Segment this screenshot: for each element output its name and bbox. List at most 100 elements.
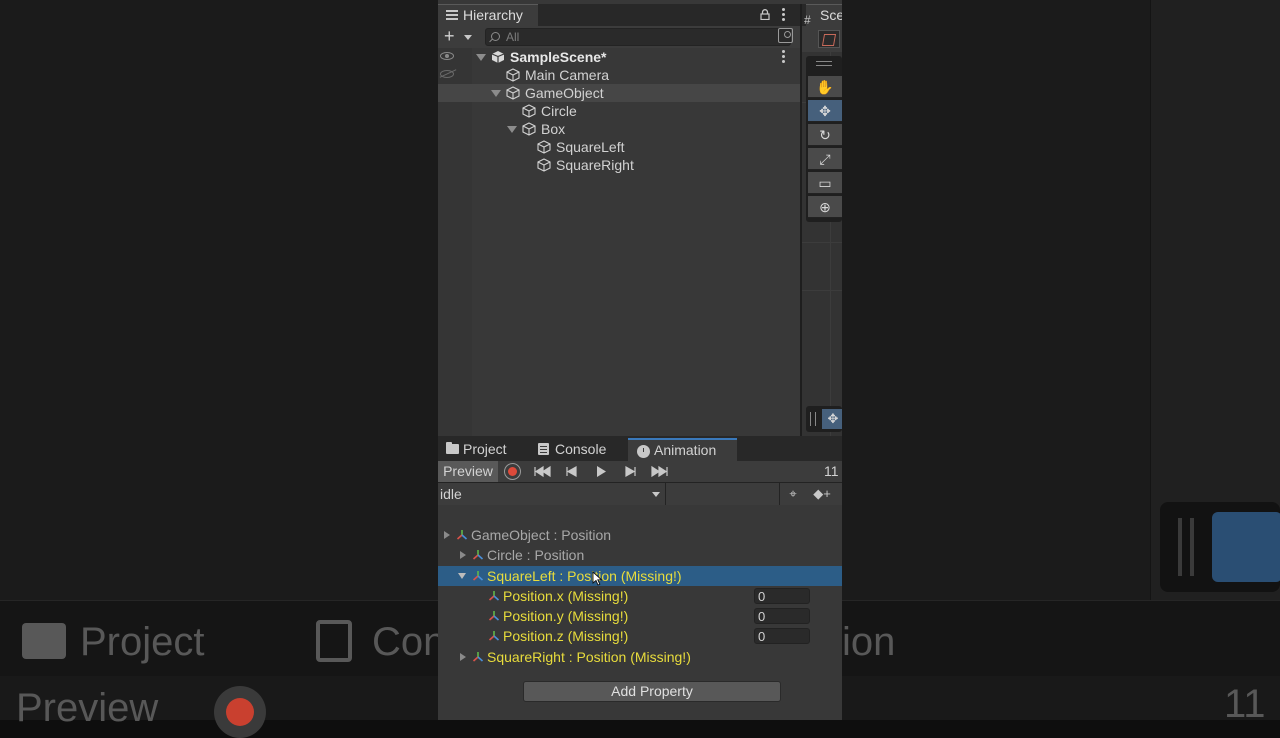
transform-tool-icon[interactable]: ⊕	[808, 196, 842, 218]
drag-handle-icon[interactable]	[816, 61, 832, 66]
tab-project[interactable]: Project	[446, 438, 530, 461]
move-tool-icon[interactable]: ✥	[808, 100, 842, 122]
hierarchy-item-gameobject[interactable]: GameObject	[438, 84, 800, 102]
hierarchy-tree: SampleScene* Main Camera GameObject Circ…	[438, 48, 800, 436]
hierarchy-item-squareright[interactable]: SquareRight	[438, 156, 800, 174]
gameobject-icon	[522, 104, 536, 118]
add-label: +	[444, 26, 455, 46]
fold-down-icon[interactable]	[458, 573, 466, 579]
frame-field[interactable]: 11	[824, 461, 842, 482]
hierarchy-list-icon	[446, 10, 458, 20]
hierarchy-item-label: SquareRight	[556, 157, 634, 173]
hierarchy-item-box[interactable]: Box	[438, 120, 800, 138]
scene-menu-icon[interactable]	[782, 50, 786, 64]
scene-search-icon[interactable]	[778, 28, 793, 43]
property-label: Position.z (Missing!)	[503, 628, 629, 644]
move-tool-icon[interactable]: ✥	[822, 409, 842, 429]
rotate-tool-icon[interactable]: ↻	[808, 124, 842, 146]
property-value-field[interactable]: 0	[754, 628, 810, 644]
play-icon[interactable]	[590, 463, 612, 480]
chevron-down-icon	[652, 492, 660, 497]
clip-dropdown[interactable]: idle	[438, 483, 666, 505]
fold-down-icon[interactable]	[491, 90, 501, 97]
background-console-text: Con	[372, 620, 446, 664]
hierarchy-item-label: SquareLeft	[556, 139, 625, 155]
preview-button[interactable]: Preview	[438, 461, 498, 482]
last-keyframe-icon[interactable]	[648, 463, 670, 480]
background-project-text: Project	[80, 620, 205, 664]
hierarchy-item-main-camera[interactable]: Main Camera	[438, 66, 800, 84]
hierarchy-menu-icon[interactable]	[782, 7, 786, 23]
tab-console[interactable]: Console	[538, 438, 622, 461]
first-keyframe-icon[interactable]	[532, 463, 554, 480]
animation-property-list: GameObject : Position Circle : Position …	[438, 505, 842, 720]
tab-label: Console	[555, 441, 607, 457]
lower-tab-bar: Project Console Animation	[438, 436, 842, 461]
tab-label: Animation	[654, 442, 717, 458]
transform-icon	[456, 530, 468, 540]
hierarchy-header: Hierarchy	[438, 4, 800, 26]
clip-name: idle	[440, 486, 462, 502]
tab-label: Project	[463, 441, 507, 457]
hierarchy-item-squareleft[interactable]: SquareLeft	[438, 138, 800, 156]
property-value-field[interactable]: 0	[754, 608, 810, 624]
property-row[interactable]: GameObject : Position	[438, 525, 842, 545]
property-label: Circle : Position	[487, 547, 585, 563]
property-label: GameObject : Position	[471, 527, 612, 543]
property-label: Position.y (Missing!)	[503, 608, 629, 624]
tab-animation[interactable]: Animation	[628, 438, 737, 461]
transform-icon	[488, 611, 500, 621]
scale-tool-icon[interactable]: ⤢	[808, 148, 842, 170]
transform-icon	[488, 631, 500, 641]
transform-icon	[472, 652, 484, 662]
animation-toolbar: Preview 11	[438, 461, 842, 483]
fold-down-icon[interactable]	[507, 126, 517, 133]
hierarchy-search-input[interactable]: All	[485, 28, 791, 46]
property-row[interactable]: Position.y (Missing!) 0	[438, 606, 842, 626]
tab-scene[interactable]: # Scene	[804, 4, 842, 27]
filter-keyframes-icon[interactable]: ⌖	[780, 485, 806, 503]
property-row[interactable]: Circle : Position	[438, 545, 842, 565]
scene-tools-overlay: ✋ ✥ ↻ ⤢ ▭ ⊕	[806, 56, 842, 222]
sample-rate-field[interactable]	[667, 483, 780, 505]
background-folder-icon	[22, 623, 66, 659]
property-row[interactable]: SquareRight : Position (Missing!)	[438, 647, 842, 667]
record-button[interactable]	[504, 463, 521, 480]
hierarchy-item-circle[interactable]: Circle	[438, 102, 800, 120]
property-label: Position.x (Missing!)	[503, 588, 629, 604]
fold-right-icon[interactable]	[460, 653, 466, 661]
property-row[interactable]: Position.z (Missing!) 0	[438, 626, 842, 646]
add-object-button[interactable]: +	[444, 26, 478, 46]
hierarchy-toolbar: + All	[438, 26, 800, 48]
eye-icon[interactable]	[440, 52, 454, 60]
fold-right-icon[interactable]	[460, 551, 466, 559]
tab-hierarchy[interactable]: Hierarchy	[438, 4, 538, 26]
background-animation-text: ion	[842, 620, 896, 664]
property-row-selected[interactable]: SquareLeft : Position (Missing!)	[438, 566, 842, 586]
console-icon	[538, 443, 549, 455]
draw-mode-icon[interactable]	[818, 30, 840, 48]
property-value-field[interactable]: 0	[754, 588, 810, 604]
scene-view-panel: # Scene ✋ ✥ ↻ ⤢ ▭ ⊕ ✥	[802, 4, 842, 436]
transform-icon	[472, 550, 484, 560]
property-row[interactable]: Position.x (Missing!) 0	[438, 586, 842, 606]
gameobject-icon	[522, 122, 536, 136]
previous-keyframe-icon[interactable]	[561, 463, 583, 480]
fold-right-icon[interactable]	[444, 531, 450, 539]
hand-tool-icon[interactable]: ✋	[808, 76, 842, 98]
gameobject-icon	[506, 68, 520, 82]
next-keyframe-icon[interactable]	[619, 463, 641, 480]
add-keyframe-icon[interactable]: ◆+	[809, 485, 835, 503]
scene-tools-collapsed: ✥	[806, 406, 842, 432]
folder-icon	[446, 442, 459, 454]
add-property-button[interactable]: Add Property	[523, 681, 781, 702]
drag-handle-icon[interactable]	[810, 412, 816, 426]
gameobject-icon	[506, 86, 520, 100]
lock-icon[interactable]	[760, 9, 770, 20]
rect-tool-icon[interactable]: ▭	[808, 172, 842, 194]
scene-root-row[interactable]: SampleScene*	[438, 48, 800, 66]
hierarchy-item-label: Box	[541, 121, 566, 137]
hierarchy-item-label: Circle	[541, 103, 577, 119]
fold-down-icon[interactable]	[476, 54, 486, 61]
eye-hidden-icon[interactable]	[440, 70, 454, 78]
